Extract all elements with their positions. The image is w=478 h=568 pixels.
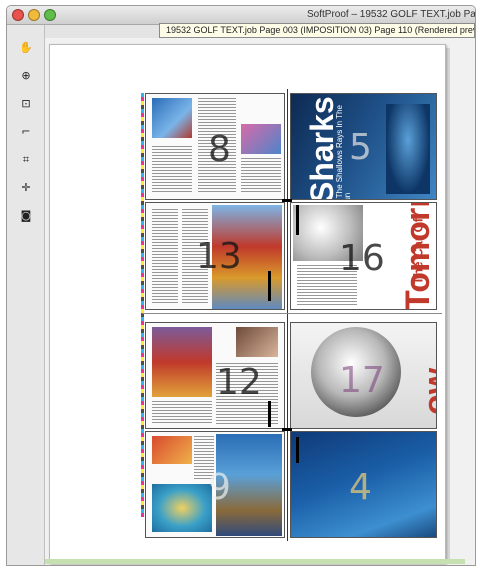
page-4[interactable]: 4 <box>290 431 437 538</box>
softproof-window: SoftProof – 19532 GOLF TEXT.job Page 014… <box>6 5 476 566</box>
close-button[interactable] <box>12 9 24 21</box>
page-tooltip: 19532 GOLF TEXT.job Page 003 (IMPOSITION… <box>159 23 475 38</box>
trim-box-icon[interactable]: ⌐ <box>18 124 34 140</box>
horizontal-scrollbar[interactable] <box>45 559 465 564</box>
page-12-photo-temple <box>152 327 212 397</box>
crop-mark <box>282 428 292 431</box>
zoom-button[interactable] <box>44 9 56 21</box>
center-fold-mark <box>142 313 442 314</box>
page-number: 4 <box>349 467 372 508</box>
page-13[interactable]: 13 <box>145 202 285 310</box>
page-17[interactable]: ow 17 <box>290 322 437 429</box>
color-bar <box>141 93 144 517</box>
page-5-headline: Sharks <box>304 96 340 200</box>
crop-mark <box>296 205 299 235</box>
tool-palette: ✋ ⊕ ⊡ ⌐ ⌗ ✛ ◙ <box>7 25 45 565</box>
page-number: 12 <box>216 362 262 403</box>
page-box-icon[interactable]: ⊡ <box>18 96 34 112</box>
densitometer-icon[interactable]: ◙ <box>18 208 34 224</box>
crop-icon[interactable]: ⌗ <box>18 152 34 168</box>
preview-canvas[interactable]: 8 Sharks In The Shallows Rays In The Sun… <box>45 38 475 565</box>
page-8[interactable]: 8 <box>145 93 285 200</box>
crosshair-icon[interactable]: ✛ <box>18 180 34 196</box>
page-number: 16 <box>339 238 385 279</box>
window-title: SoftProof – 19532 GOLF TEXT.job Page 014 <box>307 9 476 20</box>
hand-icon[interactable]: ✋ <box>18 40 34 56</box>
page-5-photo-shark <box>386 104 430 194</box>
page-5[interactable]: Sharks In The Shallows Rays In The Sun 5 <box>290 93 437 200</box>
page-9-map <box>152 484 212 532</box>
page-12-photo-portrait <box>236 327 278 357</box>
page-12[interactable]: 12 <box>145 322 285 429</box>
page-8-photo-diver <box>152 98 192 138</box>
page-17-headline: ow <box>417 367 437 415</box>
page-number: 9 <box>208 467 231 508</box>
minimize-button[interactable] <box>28 9 40 21</box>
imposition-sheet: 8 Sharks In The Shallows Rays In The Sun… <box>49 44 446 564</box>
crop-mark <box>268 401 271 427</box>
page-9[interactable]: 9 <box>145 431 285 538</box>
crop-mark <box>282 199 292 202</box>
center-gutter-mark <box>287 89 288 541</box>
zoom-icon[interactable]: ⊕ <box>18 68 34 84</box>
crop-mark <box>268 271 271 301</box>
page-number: 13 <box>196 236 242 277</box>
page-8-photo-coral <box>241 124 281 154</box>
page-9-photo-food <box>152 436 192 464</box>
crop-mark <box>296 437 299 463</box>
page-16[interactable]: Tomorrow The Car Of 16 <box>290 202 437 310</box>
page-number: 8 <box>208 129 231 170</box>
page-number: 5 <box>349 127 372 168</box>
page-number: 17 <box>339 360 385 401</box>
page-16-subhead: The Car Of <box>410 218 426 285</box>
